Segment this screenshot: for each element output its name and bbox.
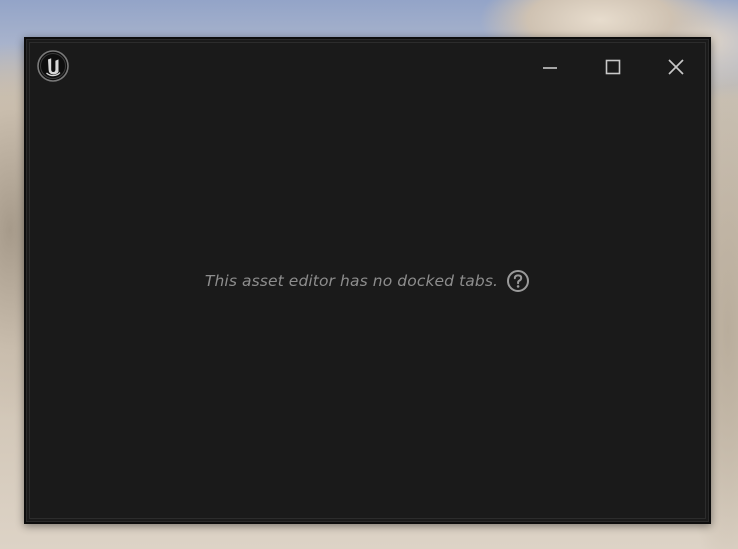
maximize-icon	[605, 59, 621, 75]
close-button[interactable]	[656, 51, 696, 83]
question-circle-icon	[507, 270, 530, 292]
help-button[interactable]	[506, 269, 530, 293]
unreal-engine-logo-icon[interactable]	[37, 50, 69, 82]
empty-editor-message-row: This asset editor has no docked tabs.	[26, 269, 709, 293]
asset-editor-window: This asset editor has no docked tabs.	[24, 37, 711, 524]
minimize-button[interactable]	[530, 51, 570, 83]
minimize-icon	[543, 67, 557, 69]
close-icon	[668, 59, 684, 75]
no-docked-tabs-message: This asset editor has no docked tabs.	[204, 272, 499, 290]
maximize-button[interactable]	[593, 51, 633, 83]
